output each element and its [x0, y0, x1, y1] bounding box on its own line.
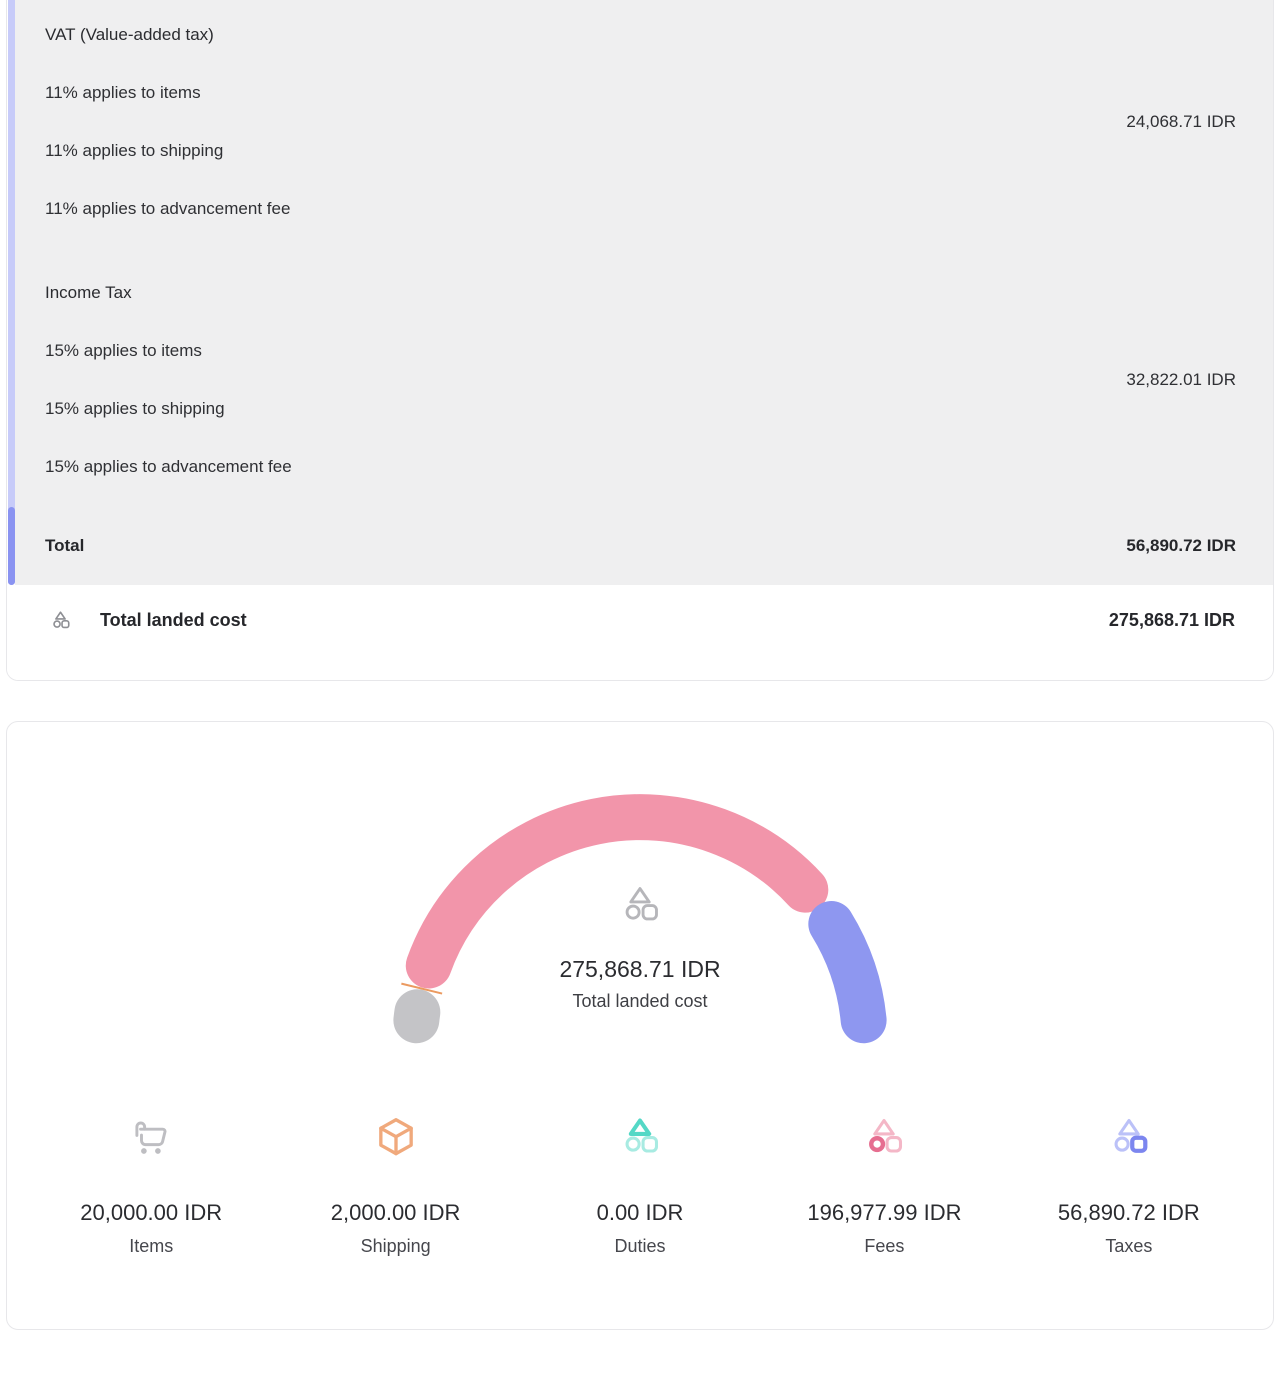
tax-line: 11% applies to items [45, 82, 1236, 103]
tax-group-income-tax: Income Tax 15% applies to items 15% appl… [45, 282, 1236, 477]
shapes-circle-icon [861, 1114, 907, 1160]
vertical-scrollbar[interactable] [8, 0, 15, 585]
tax-line: 11% applies to shipping [45, 140, 1236, 161]
gauge-center-label: Total landed cost [430, 990, 850, 1012]
tax-breakdown-card: VAT (Value-added tax) 11% applies to ite… [6, 0, 1274, 681]
tax-total-label: Total [45, 535, 84, 557]
stat-amount: 20,000.00 IDR [80, 1200, 222, 1226]
stat-fees: 196,977.99 IDR Fees [762, 1114, 1006, 1257]
landed-cost-shapes-icon [617, 882, 663, 928]
stat-label: Duties [615, 1235, 666, 1257]
stat-amount: 56,890.72 IDR [1058, 1200, 1200, 1226]
tax-line: 15% applies to items [45, 340, 1236, 361]
tax-line: 15% applies to advancement fee [45, 456, 1236, 477]
landed-cost-shapes-icon [49, 609, 72, 632]
total-landed-cost-row: Total landed cost 275,868.71 IDR [7, 585, 1273, 680]
landed-cost-gauge: 275,868.71 IDR Total landed cost [7, 742, 1273, 1092]
tax-group-amount: 24,068.71 IDR [1126, 111, 1236, 132]
tax-group-title: VAT (Value-added tax) [45, 24, 1236, 45]
tax-line: 11% applies to advancement fee [45, 198, 1236, 219]
cart-icon [128, 1114, 174, 1160]
tax-breakdown-scroll-area: VAT (Value-added tax) 11% applies to ite… [7, 0, 1273, 585]
tax-group-amount: 32,822.01 IDR [1126, 369, 1236, 390]
scrollbar-thumb[interactable] [8, 507, 15, 585]
tax-breakdown-panel: VAT (Value-added tax) 11% applies to ite… [15, 0, 1273, 585]
tax-total-amount: 56,890.72 IDR [1126, 535, 1236, 557]
stat-amount: 196,977.99 IDR [807, 1200, 961, 1226]
stat-duties: 0.00 IDR Duties [518, 1114, 762, 1257]
shapes-square-icon [1106, 1114, 1152, 1160]
stat-taxes: 56,890.72 IDR Taxes [1007, 1114, 1251, 1257]
stat-amount: 2,000.00 IDR [331, 1200, 461, 1226]
tax-total-row: Total 56,890.72 IDR [45, 535, 1236, 557]
tax-line: 15% applies to shipping [45, 398, 1236, 419]
stat-label: Fees [864, 1235, 904, 1257]
stat-label: Taxes [1105, 1235, 1152, 1257]
stat-shipping: 2,000.00 IDR Shipping [273, 1114, 517, 1257]
landed-cost-chart-card: 275,868.71 IDR Total landed cost 20,000.… [6, 721, 1274, 1330]
stat-amount: 0.00 IDR [597, 1200, 684, 1226]
tax-group-title: Income Tax [45, 282, 1236, 303]
stat-label: Items [129, 1235, 173, 1257]
tax-group-vat: VAT (Value-added tax) 11% applies to ite… [45, 24, 1236, 219]
gauge-center-value: 275,868.71 IDR [430, 955, 850, 983]
stat-items: 20,000.00 IDR Items [29, 1114, 273, 1257]
stat-label: Shipping [361, 1235, 431, 1257]
package-icon [373, 1114, 419, 1160]
total-landed-cost-label: Total landed cost [100, 610, 247, 631]
cost-stats-row: 20,000.00 IDR Items 2,000.00 IDR Shippin… [7, 1114, 1273, 1257]
gauge-center: 275,868.71 IDR Total landed cost [430, 882, 850, 1012]
total-landed-cost-amount: 275,868.71 IDR [1109, 610, 1235, 631]
shapes-triangle-icon [617, 1114, 663, 1160]
